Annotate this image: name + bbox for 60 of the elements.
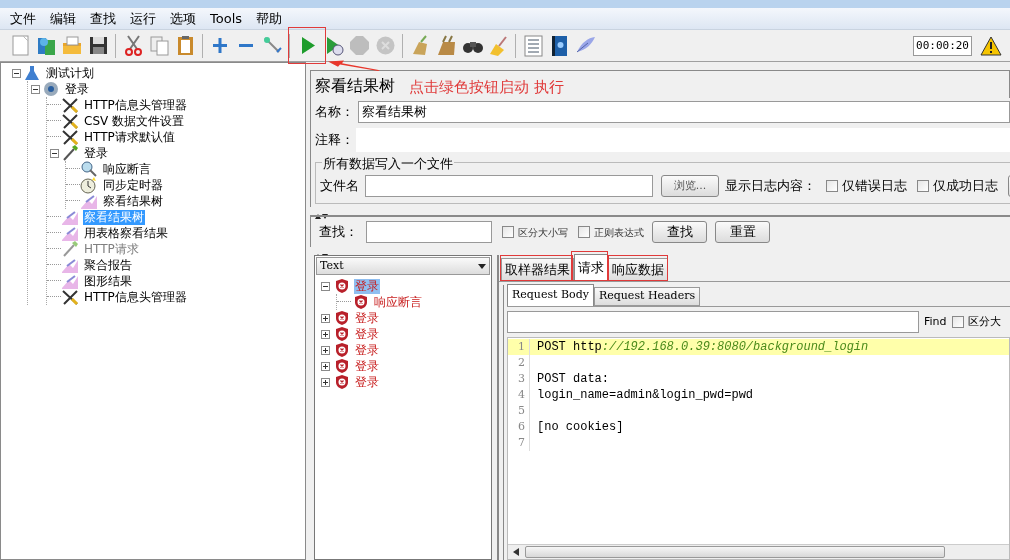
line-number: 5 — [508, 403, 530, 419]
line-number: 3 — [508, 371, 530, 387]
renderer-dropdown[interactable]: Text — [316, 257, 490, 275]
line-number: 6 — [508, 419, 530, 435]
field-label: 文件名 — [320, 177, 359, 196]
tree-item[interactable]: 登录 — [354, 326, 380, 342]
code-line: [no cookies] — [537, 419, 624, 436]
tab[interactable]: 请求 — [574, 254, 608, 281]
menu-item[interactable]: 编辑 — [44, 8, 82, 29]
line-number: 7 — [508, 435, 530, 451]
code-line: POST data: — [537, 371, 609, 388]
annotation-text: 点击绿色按钮启动 执行 — [409, 76, 564, 98]
tree-item[interactable]: 响应断言 — [373, 294, 423, 310]
field-label: 注释： — [315, 131, 354, 150]
field-label: Find — [924, 313, 947, 330]
tree-item[interactable]: HTTP信息头管理器 — [83, 289, 188, 305]
tree-item[interactable]: CSV 数据文件设置 — [83, 113, 186, 129]
tree-item[interactable]: 察看结果树 — [102, 193, 164, 209]
checkbox-label: 仅错误日志 — [842, 177, 907, 196]
checkbox-label: 区分大 — [967, 313, 1001, 330]
tab[interactable]: Request Headers — [593, 287, 701, 306]
name-field[interactable]: 察看结果树 — [358, 101, 1010, 123]
tree-item[interactable]: 登录 — [83, 145, 109, 161]
checkbox-label: 仅成功日志 — [933, 177, 998, 196]
checkbox-label: 正则表达式 — [594, 225, 644, 240]
checkbox-label: 区分大小写 — [518, 225, 568, 240]
menu-item[interactable]: Tools — [204, 8, 249, 29]
line-number: 2 — [508, 355, 530, 371]
line-number: 4 — [508, 387, 530, 403]
menu-item[interactable]: 帮助 — [250, 8, 289, 29]
tree-item[interactable]: 登录 — [354, 374, 380, 390]
tree-item[interactable]: 图形结果 — [83, 273, 133, 289]
menu-item[interactable]: 文件 — [4, 8, 42, 29]
line-number: 1 — [508, 339, 530, 355]
tab[interactable]: Request Body — [507, 284, 594, 306]
field-label: 显示日志内容： — [725, 177, 816, 196]
browse-button[interactable]: 浏览... — [661, 175, 719, 197]
menu-item[interactable]: 查找 — [84, 8, 122, 29]
tree-item[interactable]: HTTP信息头管理器 — [83, 97, 188, 113]
search-button[interactable]: 查找 — [652, 221, 707, 243]
tree-item[interactable]: 用表格察看结果 — [83, 225, 169, 241]
panel-title: 察看结果树 — [315, 75, 395, 97]
tree-item[interactable]: 测试计划 — [45, 65, 95, 81]
field-label: 查找： — [319, 223, 358, 242]
tree-item[interactable]: HTTP请求默认值 — [83, 129, 176, 145]
tree-item[interactable]: 登录 — [354, 342, 380, 358]
code-line: POST http://192.168.0.39:8080/background_login — [537, 339, 869, 356]
tree-item[interactable]: 登录 — [64, 81, 90, 97]
code-line: login_name=admin&login_pwd=pwd — [537, 387, 754, 404]
menu-item[interactable]: 运行 — [124, 8, 162, 29]
menu-item[interactable]: 选项 — [164, 8, 202, 29]
search-button[interactable]: 重置 — [715, 221, 770, 243]
tree-item[interactable]: 同步定时器 — [102, 177, 164, 193]
timer-field: 00:00:20 — [913, 35, 972, 56]
tree-item[interactable]: 登录 — [354, 358, 380, 374]
field-label: 名称： — [315, 103, 354, 122]
tree-item[interactable]: 响应断言 — [102, 161, 152, 177]
tree-item[interactable]: 登录 — [354, 310, 380, 326]
tree-item[interactable]: 聚合报告 — [83, 257, 133, 273]
dropdown-value: Text — [320, 257, 344, 274]
